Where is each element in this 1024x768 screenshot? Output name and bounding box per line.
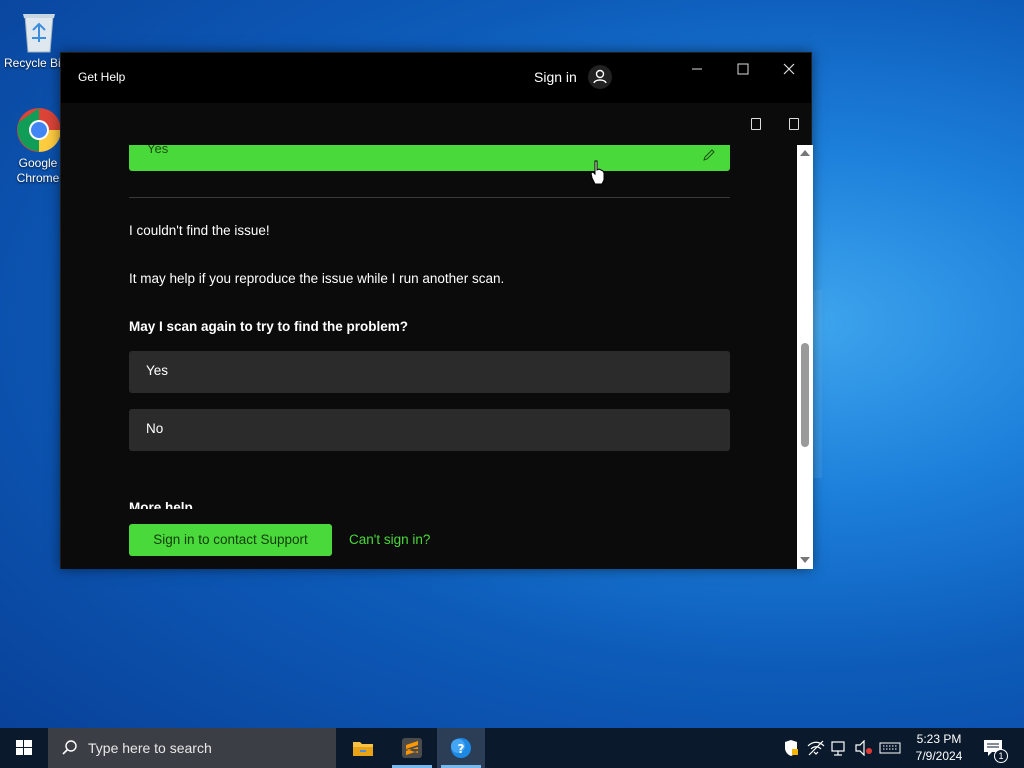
close-button[interactable] [772,61,806,81]
popout-icon[interactable] [789,118,799,130]
previous-answer-text: Yes [147,145,169,156]
previous-answer-bubble[interactable]: Yes [129,145,730,171]
taskbar-file-explorer[interactable] [338,728,386,768]
user-avatar-icon[interactable] [588,65,612,89]
maximize-button[interactable] [726,61,760,81]
sign-in-link[interactable]: Sign in [534,69,577,85]
choice-yes-button[interactable]: Yes [129,351,730,393]
more-help-heading: More help [129,500,193,509]
security-shield-icon[interactable] [783,739,799,760]
clock-date: 7/9/2024 [915,749,963,763]
app-title: Get Help [78,70,126,84]
scroll-up-arrow-icon[interactable] [800,150,810,156]
edit-pencil-icon[interactable] [702,148,716,167]
sign-in-support-button[interactable]: Sign in to contact Support [129,524,332,556]
vertical-scrollbar[interactable] [797,145,813,569]
search-placeholder: Type here to search [88,740,212,756]
cant-sign-in-link[interactable]: Can't sign in? [349,532,430,547]
title-bar[interactable]: Get Help Sign in [61,53,811,103]
chrome-icon [15,106,63,154]
svg-text:?: ? [458,742,465,756]
recycle-bin-icon [19,8,59,54]
message-text: I couldn't find the issue! [129,223,270,238]
search-icon [61,739,79,760]
wallpaper-light-beam [812,290,822,478]
hand-cursor-icon [590,160,606,191]
notification-count-badge: 1 [994,749,1008,763]
scroll-down-arrow-icon[interactable] [800,557,810,563]
taskbar-clock[interactable]: 5:23 PM 7/9/2024 [906,731,972,765]
network-icon[interactable] [831,740,849,759]
keyboard-icon[interactable] [879,740,901,759]
folder-icon [352,739,374,762]
copy-icon[interactable] [751,118,761,130]
get-help-window: Get Help Sign in Yes I couldn't find the [60,52,813,569]
taskbar-search-box[interactable]: Type here to search [48,728,336,768]
question-text: May I scan again to try to find the prob… [129,319,409,334]
volume-muted-icon[interactable] [855,739,873,759]
taskbar: Type here to search ? 5:23 PM 7/9/2024 1 [0,728,1024,768]
taskbar-get-help[interactable]: ? [437,728,485,768]
minimize-button[interactable] [680,61,714,81]
scroll-thumb[interactable] [801,343,809,447]
message-text: It may help if you reproduce the issue w… [129,271,505,286]
desktop-icon-label: Google Chrome [16,156,60,185]
network-offline-icon[interactable] [807,740,825,759]
conversation-pane: Yes I couldn't find the issue! It may he… [61,145,801,569]
choice-no-button[interactable]: No [129,409,730,451]
start-button[interactable] [0,728,48,768]
desktop-icon-label: Recycle Bin [4,56,60,70]
taskbar-sublime-text[interactable] [388,728,436,768]
get-help-icon: ? [449,736,473,765]
clock-time: 5:23 PM [916,732,962,746]
footer: Sign in to contact Support Can't sign in… [61,513,801,569]
sublime-text-icon [401,737,423,764]
divider [129,197,730,198]
